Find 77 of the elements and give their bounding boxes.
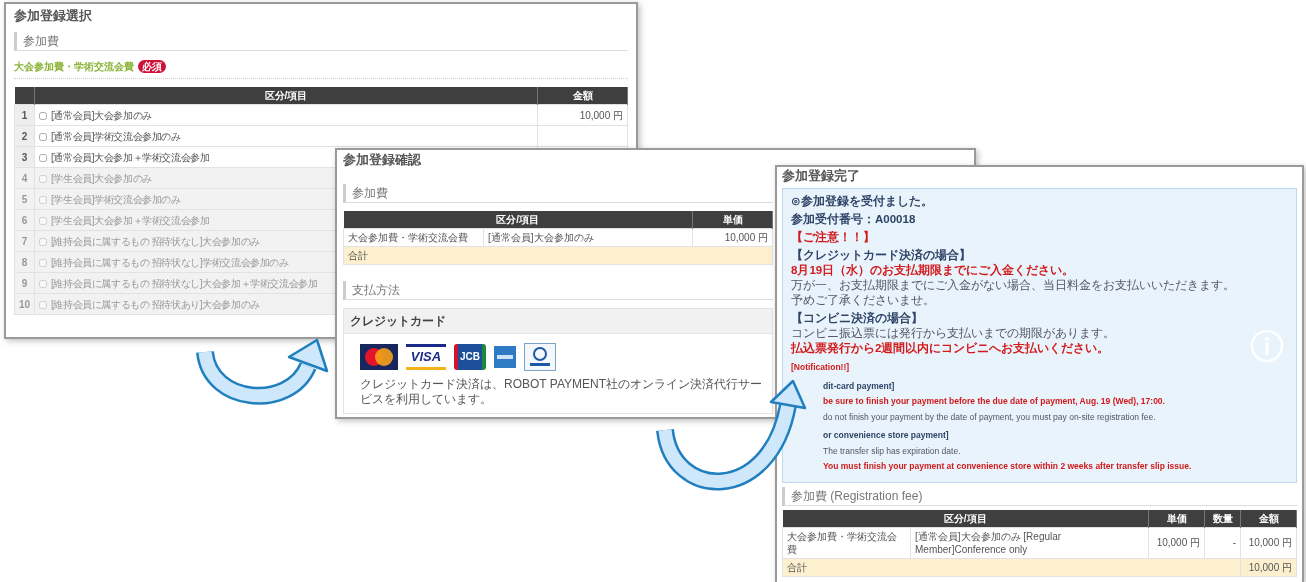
table-header: 区分/項目 — [34, 87, 538, 105]
table-header-cell — [14, 87, 35, 105]
table-header: 区分/項目 — [343, 211, 693, 229]
notice-text: 【クレジットカード決済の場合】 — [791, 249, 971, 263]
notice-text: 【コンビニ決済の場合】 — [791, 312, 923, 326]
checkbox[interactable] — [39, 111, 47, 120]
notice-text: 払込票発行から2週間以内にコンビニへお支払いください。 — [791, 342, 1110, 356]
row-number: 10 — [18, 298, 31, 310]
notice-text: 8月19日（水）のお支払期限までにご入金ください。 — [791, 264, 1075, 278]
total-label: 合計 — [348, 250, 368, 261]
table-header: 金額 — [537, 87, 628, 105]
table-cell: [通常会員]大会参加のみ [Regular Member]Conference only — [915, 530, 1062, 555]
notice-text: 【ご注意！！】 — [791, 231, 875, 245]
row-number: 9 — [21, 277, 28, 289]
checkbox[interactable] — [39, 132, 47, 141]
notice-text: You must finish your payment at convenience store within 2 weeks after transfer slip issue. — [823, 460, 1192, 473]
card-logo-icon — [524, 343, 556, 371]
section-heading: 参加費 — [343, 184, 773, 203]
notice-text: [Notification!!] — [791, 361, 850, 374]
row-number: 5 — [21, 193, 28, 205]
group-title: 大会参加費・学術交流会費 — [14, 60, 134, 74]
option-label: [通常会員]学術交流会参加のみ — [51, 130, 181, 142]
row-number: 1 — [21, 109, 28, 121]
option-label: [維持会員に属するもの 招待状なし]大会参加のみ — [51, 235, 260, 247]
row-number: 4 — [21, 172, 28, 184]
amount-text: 10,000 円 — [1248, 537, 1292, 548]
row-number: 7 — [21, 235, 28, 247]
section-heading: 参加費 — [14, 32, 628, 51]
table-header: 数量 — [1204, 509, 1241, 527]
option-label: [学生会員]大会参加のみ — [51, 172, 152, 184]
notice-text: 万が一、お支払期限までにご入金がない場合、当日料金をお支払いいただきます。 — [791, 279, 1235, 293]
checkbox[interactable] — [39, 153, 47, 162]
card-logo-icon — [494, 346, 516, 368]
notice-text: or convenience store payment] — [823, 429, 949, 442]
row-number: 2 — [21, 130, 28, 142]
row-number: 8 — [21, 256, 28, 268]
notice-text: 予めご了承くださいませ。 — [791, 294, 935, 308]
required-badge: 必須 — [138, 60, 166, 73]
table-header: 単価 — [1148, 509, 1205, 527]
notice-text: be sure to finish your payment before the due date of payment, Aug. 19 (Wed), 17:00. — [823, 395, 1165, 408]
table-header: 単価 — [692, 211, 773, 229]
table-header: 金額 — [1240, 509, 1297, 527]
option-label: [維持会員に属するもの 招待状なし]大会参加＋学術交流会参加 — [51, 277, 318, 289]
price-text: 10,000 円 — [1156, 537, 1200, 548]
notice-text: dit-card payment] — [823, 379, 895, 393]
card-logo: JCB — [454, 344, 486, 370]
option-label: [通常会員]大会参加＋学術交流会参加 — [51, 151, 210, 163]
notice-text: The transfer slip has expiration date. — [823, 444, 961, 458]
table-cell: 大会参加費・学術交流会費 — [348, 232, 468, 243]
window-title: 参加登録完了 — [782, 168, 860, 184]
price-text: 10,000 円 — [724, 232, 768, 243]
total-label: 合計 — [787, 561, 807, 573]
option-label: [維持会員に属するもの 招待状あり]大会参加のみ — [51, 298, 260, 310]
option-label: [通常会員]大会参加のみ — [51, 109, 152, 121]
option-label: [維持会員に属するもの 招待状なし]学術交流会参加のみ — [51, 256, 289, 268]
notice-text: do not finish your payment by the date of payment, you must pay on-site registration fee. — [823, 410, 1156, 424]
window-title: 参加登録選択 — [14, 8, 93, 24]
notice-text: 参加受付番号：A00018 — [791, 213, 916, 227]
section-heading: 支払方法 — [343, 281, 773, 300]
amount-text: 10,000 円 — [579, 109, 623, 121]
card-logo: VISA — [406, 344, 446, 370]
notice-text: コンビニ振込票には発行から支払いまでの期限があります。 — [791, 327, 1115, 341]
quantity-text: - — [1232, 537, 1236, 548]
table-cell: 大会参加費・学術交流会費 — [787, 530, 897, 555]
card-logo-icon — [360, 344, 398, 370]
table-cell: [通常会員]大会参加のみ — [488, 232, 594, 243]
total-amount: 10,000 円 — [1248, 561, 1292, 573]
option-label: [学生会員]学術交流会参加のみ — [51, 193, 181, 205]
table-header: 区分/項目 — [782, 509, 1149, 527]
section-heading: 参加費 (Registration fee) — [782, 486, 1297, 506]
window-title: 参加登録確認 — [343, 152, 422, 168]
option-label: [学生会員]大会参加＋学術交流会参加 — [51, 214, 210, 226]
payment-method-label: クレジットカード — [350, 314, 446, 328]
row-number: 3 — [21, 151, 28, 163]
row-number: 6 — [21, 214, 28, 226]
payment-note: クレジットカード決済は、ROBOT PAYMENT社のオンライン決済代行サービスを利用しています。 — [360, 377, 763, 407]
notice-text: ⊙参加登録を受付ました。 — [791, 195, 933, 209]
